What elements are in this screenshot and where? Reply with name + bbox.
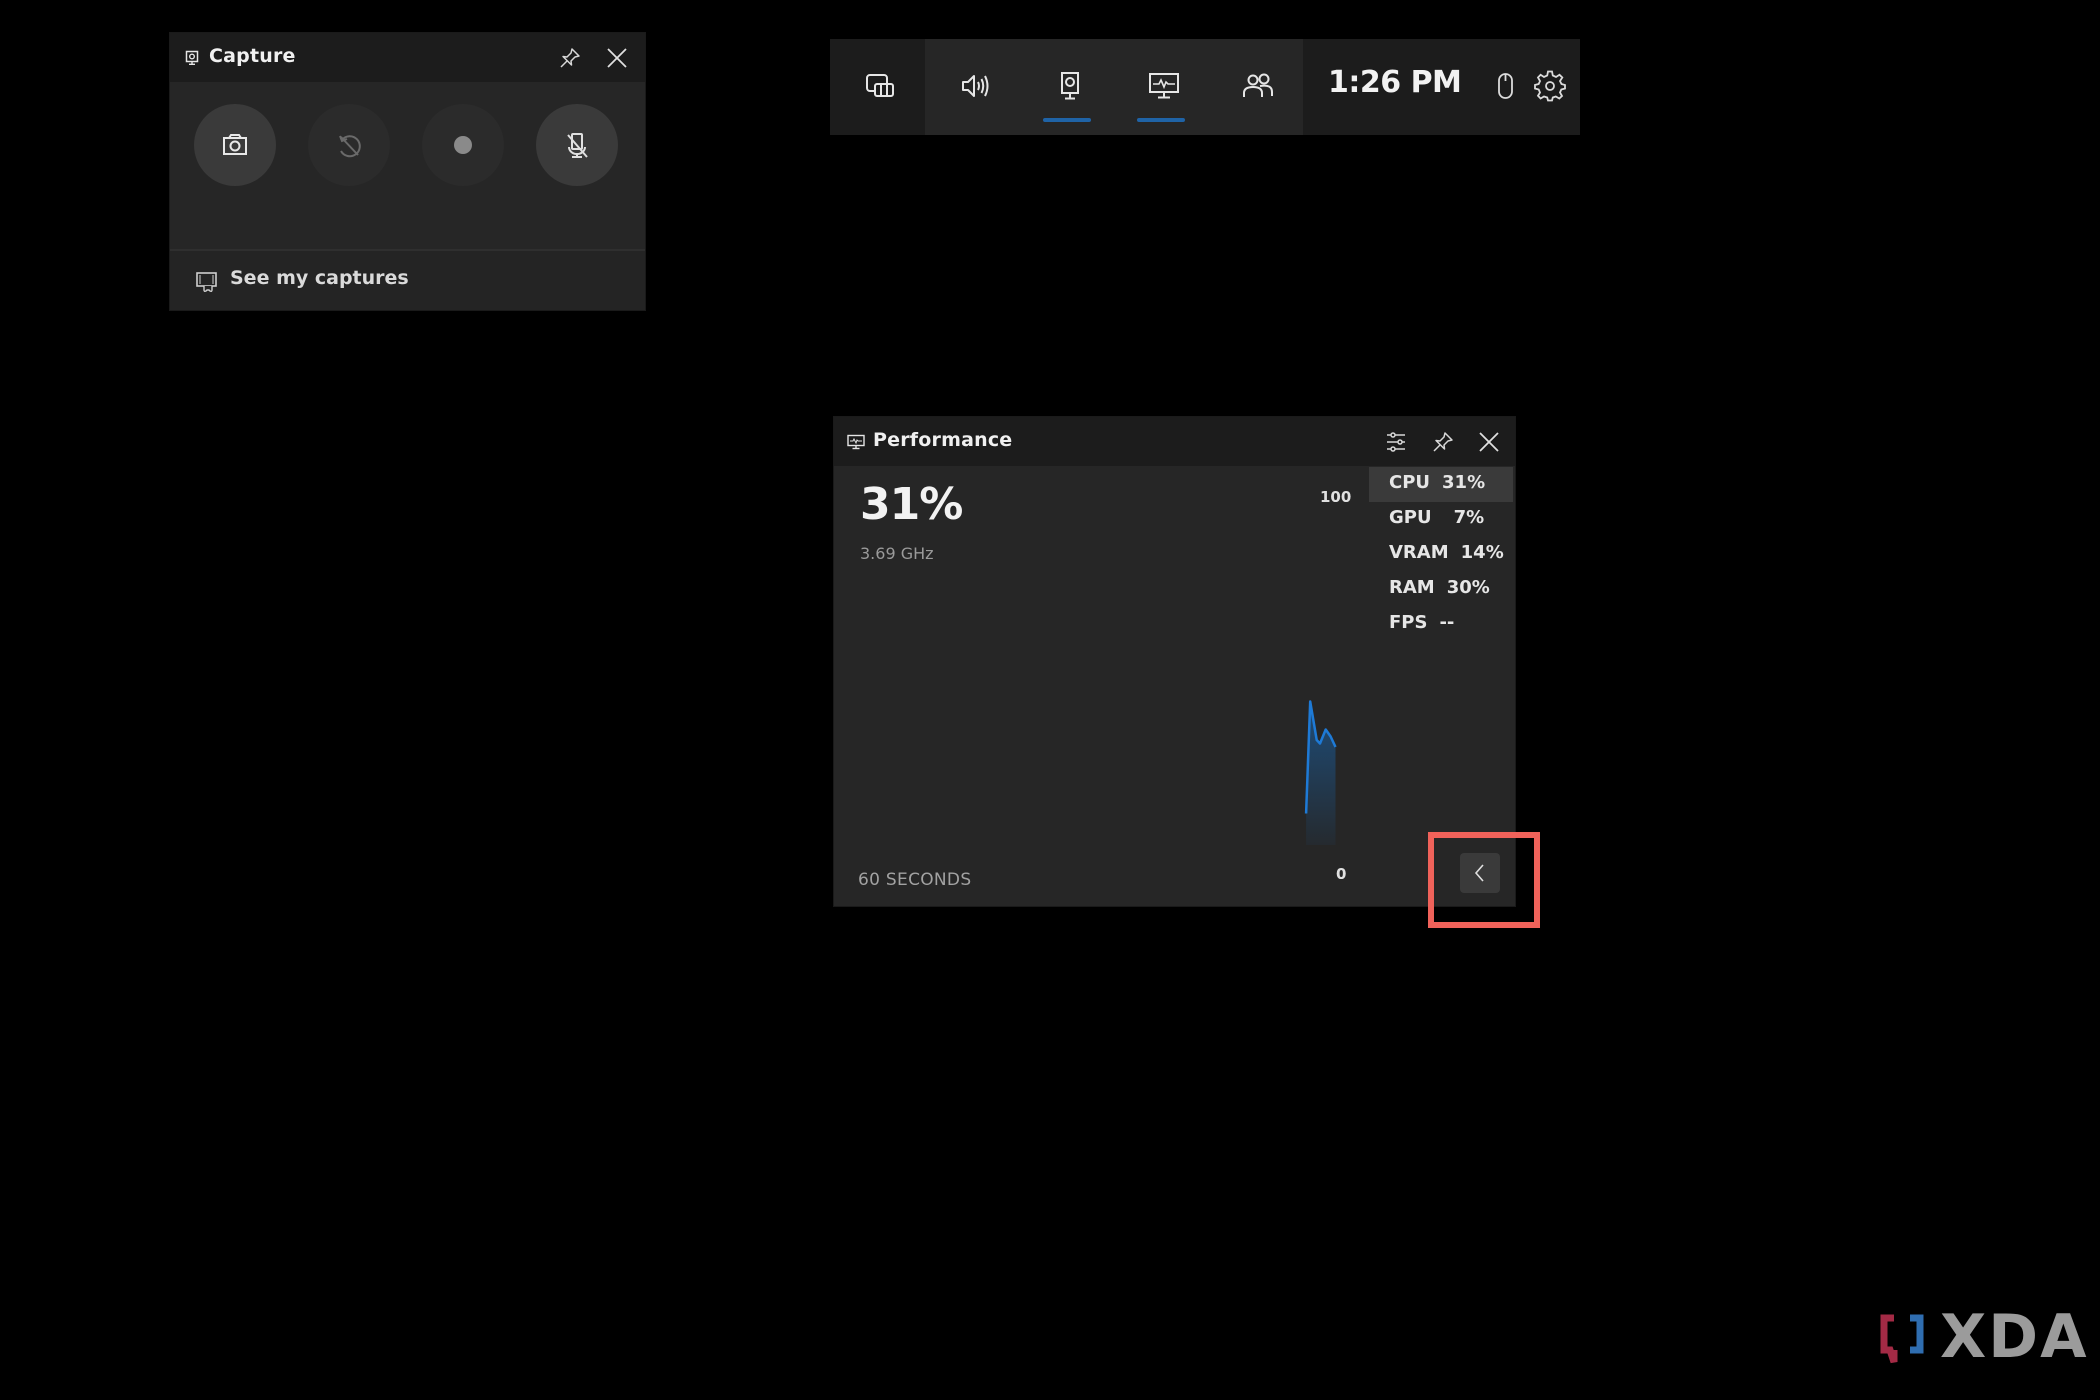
capture-widget: Capture See my captures <box>170 33 645 310</box>
metric-name: RAM <box>1389 577 1435 598</box>
camera-icon <box>223 134 247 155</box>
record-last-disabled-icon <box>339 135 361 158</box>
graph-window-label: 60 SECONDS <box>858 870 972 890</box>
metric-cpu[interactable]: CPU 31% <box>1369 467 1513 502</box>
pin-icon <box>560 48 580 68</box>
performance-widget-button[interactable] <box>1114 39 1208 135</box>
metric-name: CPU <box>1389 472 1431 493</box>
see-my-captures-label: See my captures <box>230 267 409 289</box>
pin-button[interactable] <box>555 43 585 73</box>
close-button[interactable] <box>602 43 632 73</box>
people-icon <box>1243 73 1273 97</box>
clock: 1:26 PM <box>1328 65 1462 100</box>
performance-monitor-icon <box>1149 73 1179 99</box>
highlight-box <box>1428 832 1540 928</box>
record-last-button[interactable] <box>308 104 390 186</box>
metric-value: 14% <box>1460 542 1504 563</box>
active-indicator <box>1043 118 1091 122</box>
capture-widget-title: Capture <box>209 45 296 67</box>
selected-metric-value: 31% <box>860 479 963 530</box>
widget-menu-icon <box>866 74 894 97</box>
record-dot-icon <box>454 136 472 154</box>
close-icon <box>607 48 627 68</box>
metric-value: 7% <box>1453 507 1485 528</box>
audio-button[interactable] <box>926 39 1020 135</box>
active-indicator <box>1137 118 1185 122</box>
social-button[interactable] <box>1208 39 1302 135</box>
widget-menu-button[interactable] <box>830 39 924 135</box>
mouse-icon <box>1498 73 1513 99</box>
speaker-icon <box>962 75 989 97</box>
xda-wordmark: XDA <box>1940 1302 2089 1372</box>
metric-name: VRAM <box>1389 542 1449 563</box>
gallery-icon <box>196 272 217 293</box>
gear-icon <box>1534 70 1566 102</box>
metric-ram[interactable]: RAM 30% <box>1369 572 1513 607</box>
performance-widget: Performance 31% 3.69 GHz 100 0 60 SECOND… <box>834 417 1515 906</box>
capture-icon <box>184 50 200 66</box>
game-bar-toolbar: 1:26 PM <box>830 39 1580 135</box>
xda-bracket-icon <box>1880 1314 1924 1364</box>
mic-off-icon <box>567 133 588 158</box>
see-my-captures-link[interactable]: See my captures <box>170 251 645 310</box>
graph-axis-min-label: 0 <box>1336 865 1347 883</box>
capture-icon <box>1061 72 1079 100</box>
capture-widget-button[interactable] <box>1020 39 1114 135</box>
metric-gpu[interactable]: GPU 7% <box>1369 502 1513 537</box>
mic-toggle-button[interactable] <box>536 104 618 186</box>
metric-value: 30% <box>1446 577 1490 598</box>
cpu-frequency: 3.69 GHz <box>860 544 934 563</box>
metric-name: GPU <box>1389 507 1432 528</box>
graph-axis-max-label: 100 <box>1320 488 1352 506</box>
start-recording-button[interactable] <box>422 104 504 186</box>
metric-value: 31% <box>1442 472 1486 493</box>
metric-value: -- <box>1439 612 1455 633</box>
metric-name: FPS <box>1389 612 1428 633</box>
screenshot-button[interactable] <box>194 104 276 186</box>
metric-fps[interactable]: FPS -- <box>1369 607 1513 642</box>
capture-widget-header[interactable]: Capture <box>170 33 645 82</box>
metric-vram[interactable]: VRAM 14% <box>1369 537 1513 572</box>
metrics-list: CPU 31% GPU 7% VRAM 14% RAM 30% FPS -- <box>1369 467 1513 642</box>
settings-button[interactable] <box>1520 39 1580 135</box>
